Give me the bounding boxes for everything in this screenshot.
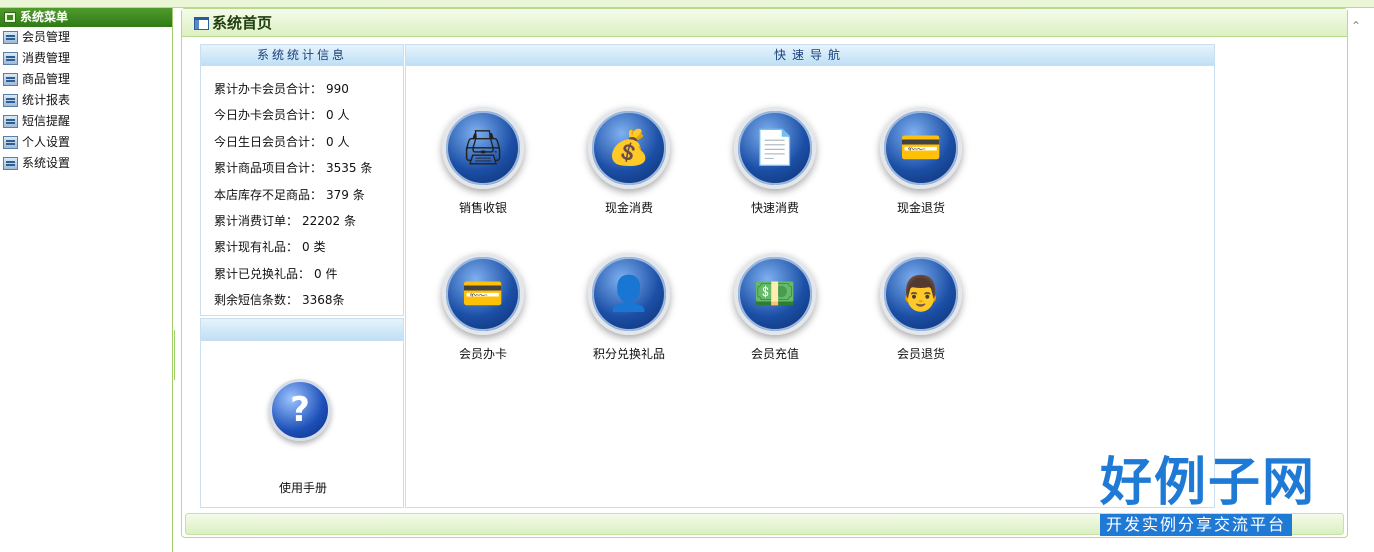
quick-consume-button[interactable]: 📄 快速消费 <box>729 107 821 216</box>
stat-label: 剩余短信条数： <box>214 293 299 308</box>
member-return-button[interactable]: 👨 会员退货 <box>875 253 967 362</box>
folder-icon <box>3 94 18 107</box>
help-panel: ? 使用手册 <box>200 318 404 508</box>
member-recharge-button[interactable]: 💵 会员充值 <box>729 253 821 362</box>
stat-label: 累计商品项目合计： <box>214 161 323 176</box>
nav-label: 会员退货 <box>896 347 945 361</box>
window-icon <box>194 17 209 30</box>
question-icon[interactable]: ? <box>269 379 331 441</box>
sidebar-item-label: 个人设置 <box>22 135 71 149</box>
member-card-icon: 💳 <box>442 253 524 335</box>
splitter-handle[interactable] <box>174 330 179 380</box>
stat-label: 累计现有礼品： <box>214 240 299 255</box>
stat-row: 累计商品项目合计： 3535 条 <box>201 155 403 181</box>
brand-watermark: 好例子网 开发实例分享交流平台 <box>1100 452 1330 542</box>
nav-label: 会员充值 <box>750 347 799 361</box>
stat-value: 22202 条 <box>302 213 357 228</box>
cash-register-icon: 🖨 <box>442 107 524 189</box>
sidebar-item-label: 商品管理 <box>22 72 71 86</box>
sidebar-item-label: 短信提醒 <box>22 114 71 128</box>
stats-header: 系统统计信息 <box>201 45 403 66</box>
folder-icon <box>3 52 18 65</box>
stat-row: 累计办卡会员合计： 990 <box>201 76 403 102</box>
folder-icon <box>3 136 18 149</box>
menu-icon <box>4 12 16 23</box>
nav-label: 现金消费 <box>604 201 653 215</box>
user-check-icon: 👤 <box>588 253 670 335</box>
stat-value: 0 件 <box>314 266 338 281</box>
sidebar-header-label: 系统菜单 <box>20 10 69 24</box>
cash-return-button[interactable]: 💳 现金退货 <box>875 107 967 216</box>
sidebar-item-reports[interactable]: 统计报表 <box>0 90 172 111</box>
sidebar-item-label: 统计报表 <box>22 93 71 107</box>
sidebar-item-goods[interactable]: 商品管理 <box>0 69 172 90</box>
nav-label: 销售收银 <box>458 201 507 215</box>
stat-value: 990 <box>326 82 349 96</box>
folder-icon <box>3 115 18 128</box>
sidebar-item-consume[interactable]: 消费管理 <box>0 48 172 69</box>
stat-row: 累计已兑换礼品： 0 件 <box>201 261 403 287</box>
sidebar-item-personal[interactable]: 个人设置 <box>0 132 172 153</box>
sidebar: 系统菜单 会员管理 消费管理 商品管理 统计报表 短信提醒 个人设置 系统设置 <box>0 8 173 552</box>
cash-consume-button[interactable]: 💰 现金消费 <box>583 107 675 216</box>
page-title-bar: 系统首页 <box>182 9 1347 37</box>
sales-checkout-button[interactable]: 🖨 销售收银 <box>437 107 529 216</box>
recharge-icon: 💵 <box>734 253 816 335</box>
stat-row: 累计现有礼品： 0 类 <box>201 234 403 260</box>
stat-value: 0 类 <box>302 240 326 255</box>
stat-row: 本店库存不足商品： 379 条 <box>201 182 403 208</box>
stat-row: 今日生日会员合计： 0 人 <box>201 129 403 155</box>
points-redeem-button[interactable]: 👤 积分兑换礼品 <box>583 253 675 362</box>
member-return-icon: 👨 <box>880 253 962 335</box>
stat-value: 379 条 <box>326 187 365 202</box>
quick-nav-panel: 快速导航 🖨 销售收银 💰 现金消费 📄 快速消费 💳 现金退货 💳 会员办卡 … <box>405 44 1215 508</box>
stat-value: 3368条 <box>302 293 345 308</box>
stat-value: 3535 条 <box>326 161 373 176</box>
brand-title: 好例子网 <box>1100 453 1317 513</box>
folder-icon <box>3 73 18 86</box>
user-manual-link[interactable]: 使用手册 <box>201 479 405 496</box>
member-card-button[interactable]: 💳 会员办卡 <box>437 253 529 362</box>
stats-panel: 系统统计信息 累计办卡会员合计： 990 今日办卡会员合计： 0 人 今日生日会员合… <box>200 44 404 316</box>
page-title: 系统首页 <box>212 14 273 32</box>
folder-icon <box>3 157 18 170</box>
sidebar-header: 系统菜单 <box>0 8 172 27</box>
card-return-icon: 💳 <box>880 107 962 189</box>
folder-icon <box>3 31 18 44</box>
sidebar-item-label: 会员管理 <box>22 30 71 44</box>
brand-subtitle: 开发实例分享交流平台 <box>1100 514 1293 536</box>
sidebar-item-label: 消费管理 <box>22 51 71 65</box>
stat-row: 累计消费订单： 22202 条 <box>201 208 403 234</box>
sidebar-item-member[interactable]: 会员管理 <box>0 27 172 48</box>
stat-row: 今日办卡会员合计： 0 人 <box>201 102 403 128</box>
nav-label: 现金退货 <box>896 201 945 215</box>
stat-label: 本店库存不足商品： <box>214 187 323 202</box>
sidebar-item-sms[interactable]: 短信提醒 <box>0 111 172 132</box>
nav-label: 积分兑换礼品 <box>592 347 665 361</box>
nav-label: 快速消费 <box>750 201 799 215</box>
help-header <box>201 319 403 341</box>
sidebar-item-system[interactable]: 系统设置 <box>0 153 172 174</box>
stat-value: 0 人 <box>326 134 350 149</box>
quick-nav-header: 快速导航 <box>406 45 1214 66</box>
stat-label: 累计消费订单： <box>214 213 299 228</box>
scroll-up-arrow-icon[interactable]: ⌃ <box>1348 14 1364 38</box>
top-border <box>0 0 1374 8</box>
stat-row: 剩余短信条数： 3368条 <box>201 287 403 313</box>
stat-value: 0 人 <box>326 108 350 123</box>
coins-icon: 💰 <box>588 107 670 189</box>
documents-icon: 📄 <box>734 107 816 189</box>
stat-label: 累计已兑换礼品： <box>214 266 311 281</box>
stat-label: 累计办卡会员合计： <box>214 82 323 96</box>
sidebar-item-label: 系统设置 <box>22 156 71 170</box>
nav-label: 会员办卡 <box>458 347 507 361</box>
stat-label: 今日办卡会员合计： <box>214 108 323 123</box>
stat-label: 今日生日会员合计： <box>214 134 323 149</box>
